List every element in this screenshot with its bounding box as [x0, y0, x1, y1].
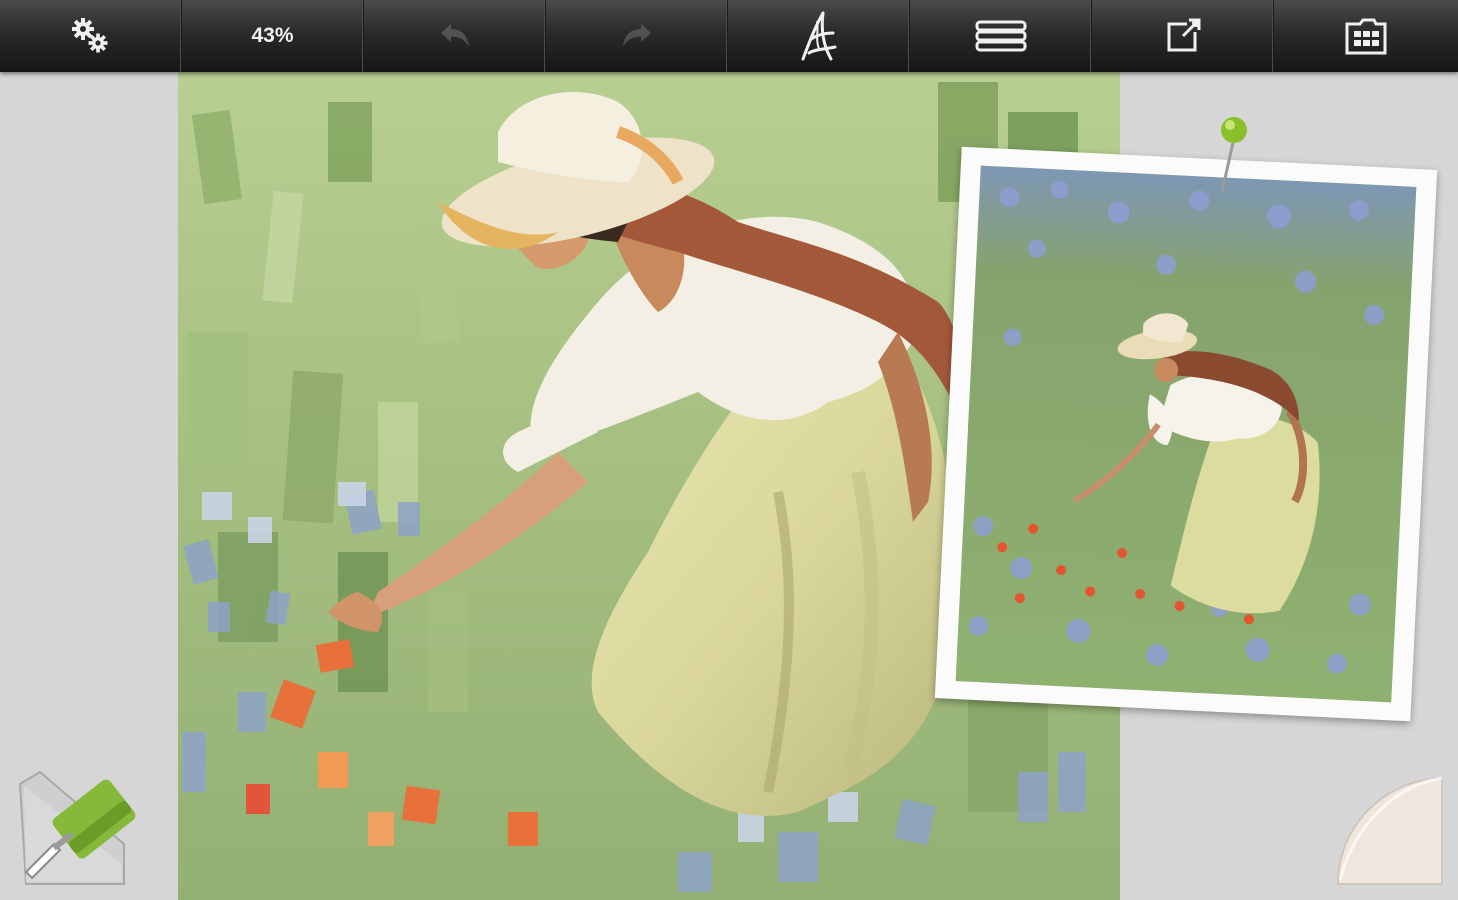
reference-photo-frame[interactable] [934, 146, 1438, 722]
gallery-button[interactable] [1274, 0, 1458, 72]
redo-icon [617, 21, 657, 51]
brush-style-icon [797, 9, 841, 63]
share-button[interactable] [1092, 0, 1274, 72]
undo-button[interactable] [364, 0, 546, 72]
page-curl-icon [1334, 776, 1444, 890]
brush-icon [14, 770, 142, 892]
pushpin-icon [1212, 114, 1252, 196]
page-curl-button[interactable] [1334, 776, 1444, 886]
share-icon [1163, 16, 1203, 56]
zoom-level-label: 43% [251, 24, 294, 47]
layers-icon [974, 19, 1028, 53]
top-toolbar: 43% [0, 0, 1458, 72]
layers-button[interactable] [910, 0, 1092, 72]
settings-button[interactable] [0, 0, 182, 72]
brush-tool-button[interactable] [14, 764, 142, 888]
gears-icon [69, 16, 113, 56]
gallery-icon [1344, 16, 1388, 56]
undo-icon [435, 21, 475, 51]
zoom-button[interactable]: 43% [182, 0, 364, 72]
brush-style-button[interactable] [728, 0, 910, 72]
reference-photo [955, 165, 1417, 703]
redo-button[interactable] [546, 0, 728, 72]
